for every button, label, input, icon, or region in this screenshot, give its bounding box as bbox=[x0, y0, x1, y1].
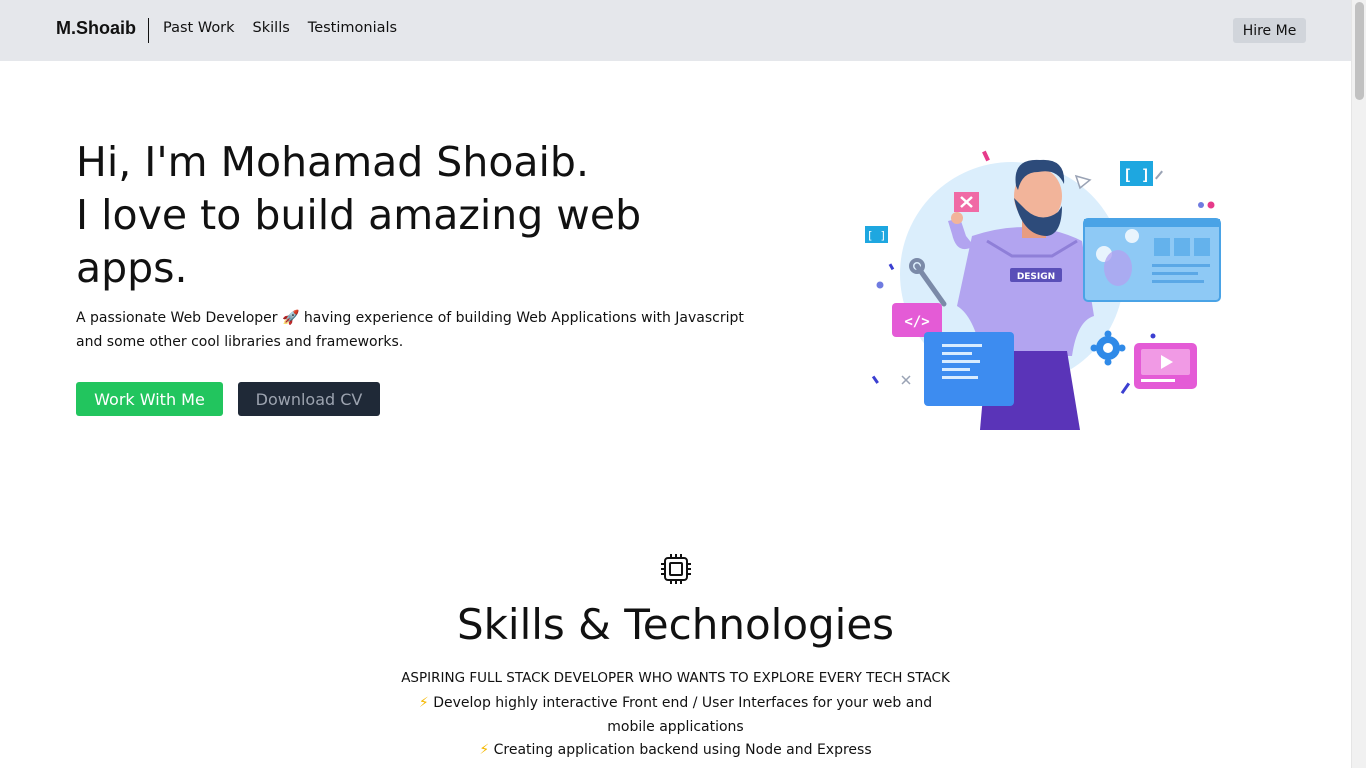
skills-item-text: Creating application backend using Node … bbox=[493, 742, 872, 758]
code-glyph: </> bbox=[904, 314, 929, 330]
developer-illustration: [ ] [ ] DESIGN </> bbox=[865, 150, 1221, 430]
hire-me-button[interactable]: Hire Me bbox=[1233, 18, 1306, 43]
navbar: M.Shoaib Past Work Skills Testimonials H… bbox=[0, 0, 1351, 61]
chip-icon bbox=[661, 554, 691, 584]
hero-description: A passionate Web Developer 🚀 having expe… bbox=[76, 310, 744, 350]
nav-links: Past Work Skills Testimonials bbox=[163, 20, 397, 36]
lightning-icon: ⚡ bbox=[418, 695, 429, 711]
work-with-me-button[interactable]: Work With Me bbox=[76, 382, 223, 416]
page: M.Shoaib Past Work Skills Testimonials H… bbox=[0, 0, 1351, 768]
nav-divider bbox=[148, 18, 149, 43]
scrollbar-thumb[interactable] bbox=[1355, 2, 1364, 100]
hero-title-line-1: Hi, I'm Mohamad Shoaib. bbox=[76, 138, 589, 186]
skills-title: Skills & Technologies bbox=[456, 600, 895, 649]
hero-title-line-2: I love to build amazing web bbox=[76, 191, 642, 239]
bracket-glyph: [ ] bbox=[1123, 166, 1150, 184]
skills-item: ⚡ Develop highly interactive Front end /… bbox=[400, 692, 951, 739]
nav-link-testimonials[interactable]: Testimonials bbox=[308, 20, 397, 36]
skills-item: ⚡ Creating application backend using Nod… bbox=[400, 739, 951, 763]
design-badge-text: DESIGN bbox=[1017, 272, 1055, 282]
skills-item-text: Develop highly interactive Front end / U… bbox=[433, 695, 933, 735]
skills-subtitle: ASPIRING FULL STACK DEVELOPER WHO WANTS … bbox=[401, 670, 950, 686]
nav-link-skills[interactable]: Skills bbox=[253, 20, 290, 36]
page-scrollbar[interactable] bbox=[1351, 0, 1366, 768]
hero-title: Hi, I'm Mohamad Shoaib. I love to build … bbox=[76, 136, 696, 295]
download-cv-button[interactable]: Download CV bbox=[238, 382, 380, 416]
hero-title-line-3: apps. bbox=[76, 244, 188, 292]
nav-link-past-work[interactable]: Past Work bbox=[163, 20, 235, 36]
lightning-icon: ⚡ bbox=[479, 742, 490, 758]
brand-logo[interactable]: M.Shoaib bbox=[56, 18, 150, 39]
skills-list: ⚡ Develop highly interactive Front end /… bbox=[400, 692, 951, 763]
small-bracket-glyph: [ ] bbox=[867, 229, 887, 242]
